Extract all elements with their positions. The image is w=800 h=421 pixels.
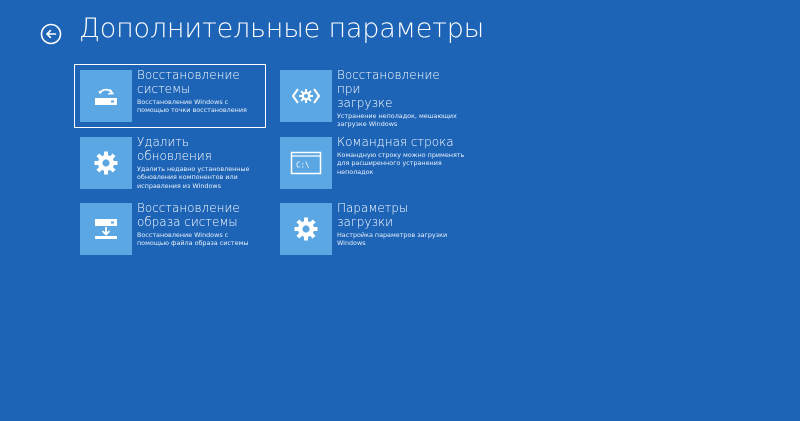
option-system-image-recovery[interactable]: Восстановление образа системы Восстановл… <box>75 198 265 260</box>
system-restore-icon <box>92 84 120 108</box>
gear-icon <box>93 150 119 176</box>
option-title: Восстановление системы <box>137 68 240 96</box>
option-description: Удалить недавно установленные обновления… <box>137 165 250 190</box>
back-button[interactable] <box>40 23 62 45</box>
system-image-recovery-icon <box>92 216 120 242</box>
startup-repair-icon <box>291 86 321 106</box>
back-arrow-circle-icon <box>40 23 62 45</box>
option-description: Восстановление Windows с помощью точки в… <box>137 98 247 115</box>
option-title: Восстановление образа системы <box>137 201 240 229</box>
option-startup-repair[interactable]: Восстановление при загрузке Устранение н… <box>275 65 465 129</box>
option-description: Настройка параметров загрузки Windows <box>337 231 448 248</box>
cmd-icon-text: C:\ <box>296 161 310 170</box>
option-tile: C:\ <box>280 137 332 189</box>
option-title: Восстановление при загрузке <box>337 68 440 110</box>
page-title: Дополнительные параметры <box>79 13 485 44</box>
option-title: Удалить обновления <box>137 135 212 163</box>
option-description: Устранение неполадок, мешающих загрузке … <box>337 112 457 129</box>
option-description: Командную строку можно применять для рас… <box>337 151 465 176</box>
option-description: Восстановление Windows с помощью файла о… <box>137 231 249 248</box>
option-tile <box>280 203 332 255</box>
option-system-restore[interactable]: Восстановление системы Восстановление Wi… <box>74 64 266 128</box>
option-tile <box>280 70 332 122</box>
option-uninstall-updates[interactable]: Удалить обновления Удалить недавно устан… <box>75 132 265 194</box>
option-title: Командная строка <box>337 135 454 149</box>
option-tile <box>80 70 132 122</box>
option-tile <box>80 203 132 255</box>
option-startup-settings[interactable]: Параметры загрузки Настройка параметров … <box>275 198 465 260</box>
command-prompt-icon: C:\ <box>290 151 322 175</box>
option-title: Параметры загрузки <box>337 201 409 229</box>
gear-icon <box>293 216 319 242</box>
option-command-prompt[interactable]: C:\ Командная строка Командную строку мо… <box>275 132 465 194</box>
option-tile <box>80 137 132 189</box>
